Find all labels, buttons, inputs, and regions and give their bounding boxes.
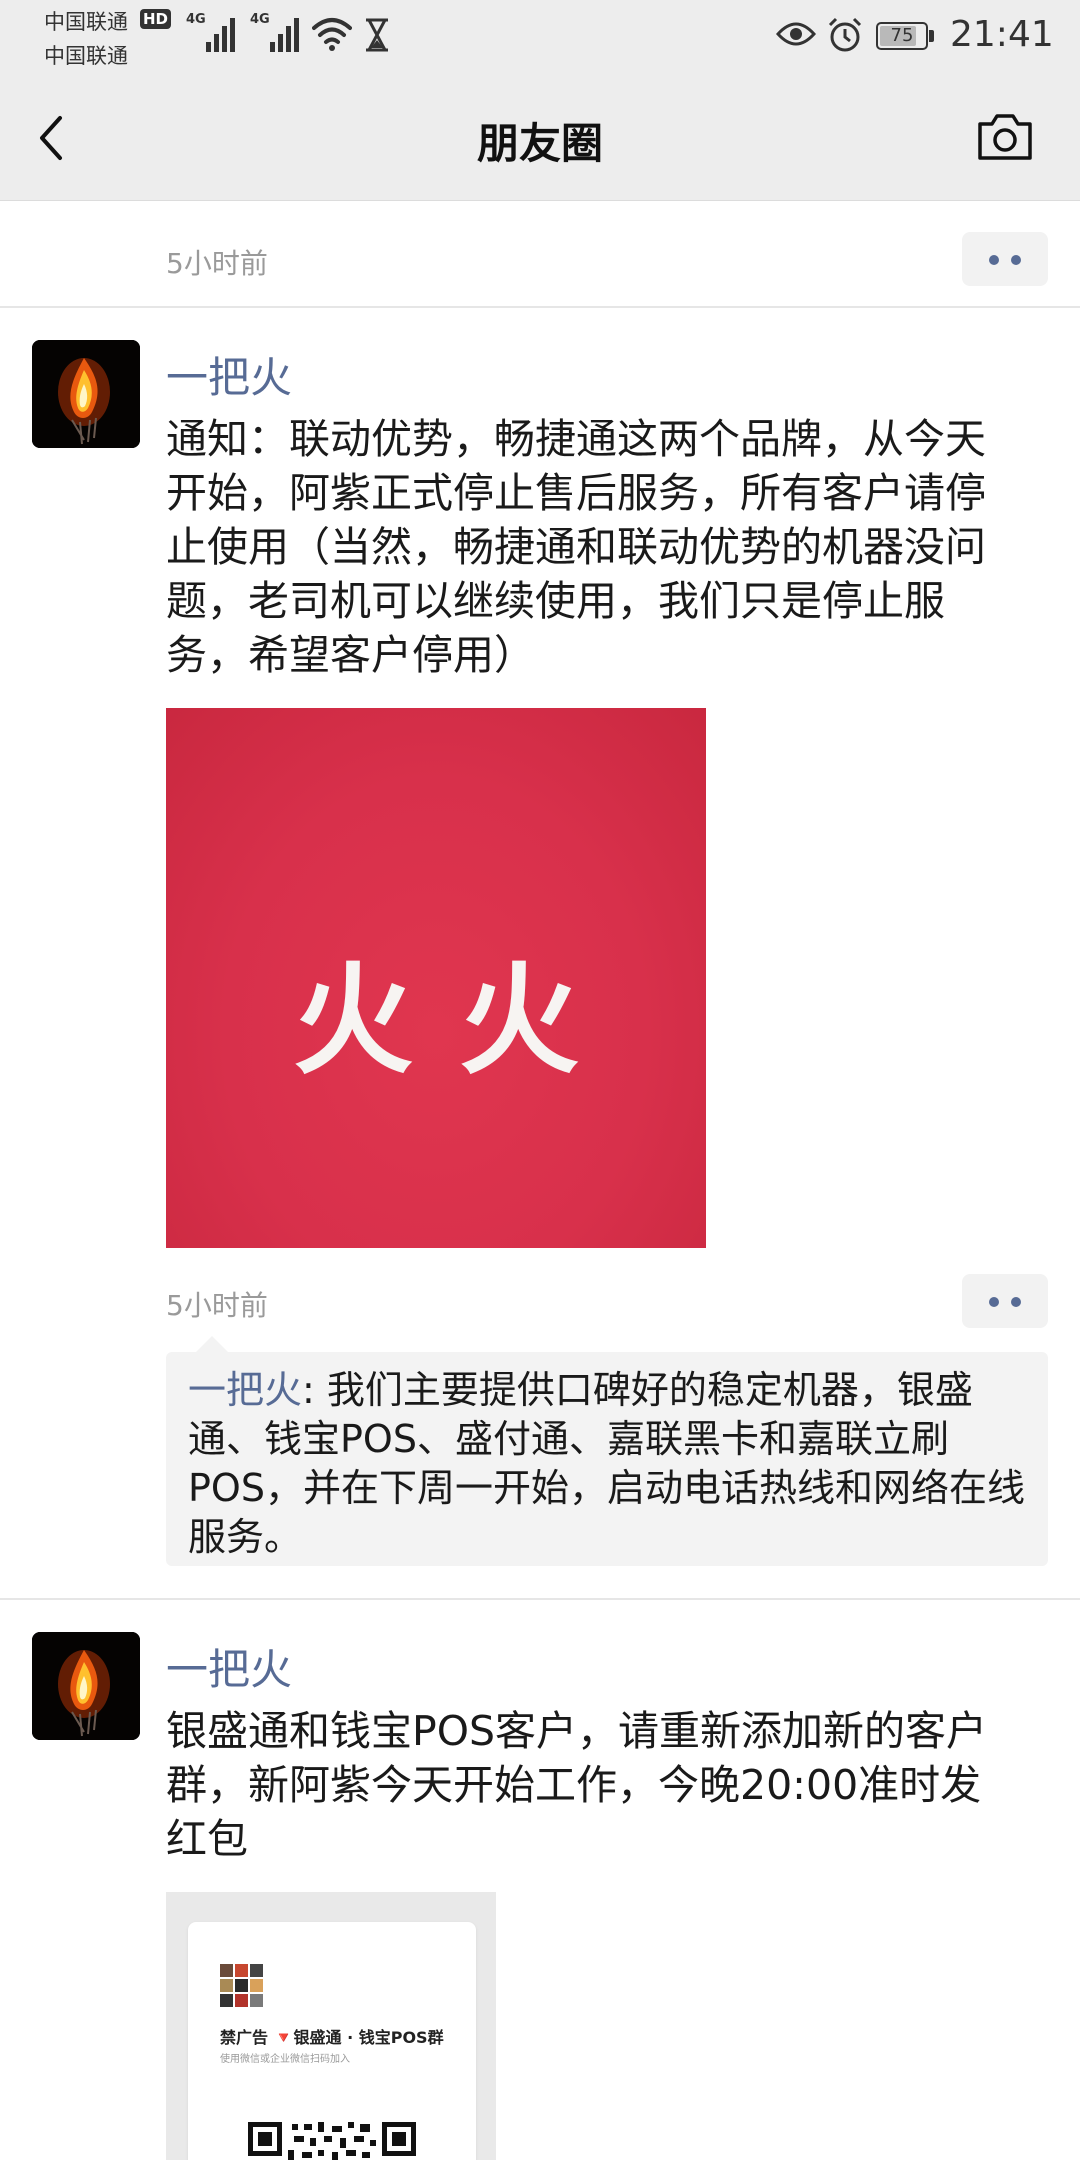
qr-code-icon [248, 2122, 416, 2160]
comment-author[interactable]: 一把火 [188, 1368, 302, 1412]
qr-poster-card: 禁广告 🔻银盛通 · 钱宝POS群 使用微信或企业微信扫码加入 [188, 1922, 476, 2160]
poster-title: 禁广告 🔻银盛通 · 钱宝POS群 [220, 2028, 444, 2047]
page-title: 朋友圈 [476, 119, 603, 168]
post-author[interactable]: 一把火 [166, 344, 292, 405]
battery-tip [929, 30, 934, 42]
group-avatar-thumbnail [220, 1964, 264, 2008]
avatar[interactable] [32, 1632, 140, 1740]
network-type-2: 4G [250, 12, 270, 27]
divider [0, 1598, 1080, 1600]
post-author[interactable]: 一把火 [166, 1636, 292, 1697]
post-content: 银盛通和钱宝POS客户，请重新添加新的客户群，新阿紫今天开始工作，今晚20:00… [166, 1707, 988, 1863]
comment: 一把火: 我们主要提供口碑好的稳定机器，银盛通、钱宝POS、盛付通、嘉联黑卡和嘉… [188, 1366, 1028, 1562]
carrier-1: 中国联通 [44, 10, 128, 34]
more-dots-icon[interactable] [962, 1274, 1048, 1328]
divider [0, 306, 1080, 308]
alarm-icon [828, 17, 862, 52]
post-time: 5小时前 [166, 247, 268, 280]
flame-avatar-image [32, 1632, 140, 1740]
post-image[interactable]: 火火 [166, 708, 706, 1248]
flame-avatar-image [32, 340, 140, 448]
eye-icon [776, 22, 816, 46]
comment-box: 一把火: 我们主要提供口碑好的稳定机器，银盛通、钱宝POS、盛付通、嘉联黑卡和嘉… [166, 1336, 1048, 1566]
signal-icon [270, 14, 306, 52]
status-bar: 中国联通 HD 中国联通 4G 4G 75 21:41 [0, 0, 1080, 72]
signal-icon [206, 14, 242, 52]
more-dots-icon[interactable] [962, 232, 1048, 286]
post-image[interactable]: 禁广告 🔻银盛通 · 钱宝POS群 使用微信或企业微信扫码加入 [166, 1892, 496, 2160]
title-bar: 朋友圈 [0, 72, 1080, 201]
hd-badge: HD [140, 9, 172, 29]
battery-level: 75 [890, 25, 914, 46]
battery-icon: 75 [876, 22, 928, 50]
poster-subtitle: 使用微信或企业微信扫码加入 [220, 2054, 350, 2065]
wifi-icon [312, 18, 352, 51]
clock: 21:41 [950, 14, 1054, 55]
avatar[interactable] [32, 340, 140, 448]
network-type-1: 4G [186, 12, 206, 27]
hourglass-icon [366, 18, 388, 52]
comment-text: : 我们主要提供口碑好的稳定机器，银盛通、钱宝POS、盛付通、嘉联黑卡和嘉联立刷… [188, 1368, 1025, 1559]
post-content: 通知：联动优势，畅捷通这两个品牌，从今天开始，阿紫正式停止售后服务，所有客户请停… [166, 415, 986, 679]
carrier-2: 中国联通 [44, 44, 128, 68]
post-time: 5小时前 [166, 1289, 268, 1322]
camera-icon[interactable] [976, 110, 1034, 164]
post-image-text: 火火 [293, 950, 625, 1091]
